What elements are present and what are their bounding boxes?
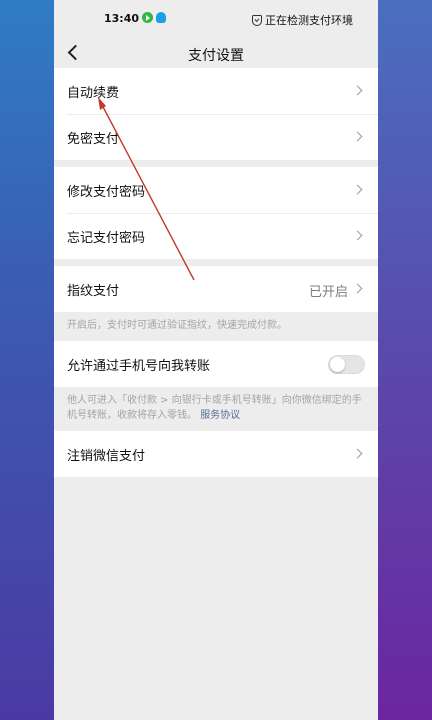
settings-group-2: 修改支付密码 忘记支付密码 [54,167,378,259]
phone-transfer-toggle[interactable] [328,355,365,374]
auto-renew-label: 自动续费 [67,85,120,101]
cancel-wechat-pay-label: 注销微信支付 [67,448,146,464]
chevron-right-icon [352,184,363,195]
chevron-right-icon [352,283,363,294]
toggle-knob [330,357,345,372]
settings-group-4: 允许通过手机号向我转账 [54,341,378,387]
fingerprint-note: 开启后，支付时可通过验证指纹，快速完成付款。 [54,312,378,341]
chevron-right-icon [352,131,363,142]
change-password-item[interactable]: 修改支付密码 [54,167,378,213]
forgot-password-item[interactable]: 忘记支付密码 [54,213,378,259]
divider [54,160,378,167]
status-detect: 正在检测支付环境 [252,12,353,28]
fingerprint-pay-label: 指纹支付 [67,283,120,299]
chevron-right-icon [352,85,363,96]
shield-icon [252,14,262,26]
auto-renew-item[interactable]: 自动续费 [54,68,378,114]
phone-screen: 13:40 正在检测支付环境 支付设置 自动续费 免密支付 修改支付密码 忘记支… [54,0,378,720]
phone-transfer-note: 他人可进入「收付款 > 向银行卡或手机号转账」向你微信绑定的手机号转账，收款将存… [54,387,378,431]
settings-group-1: 自动续费 免密支付 [54,68,378,160]
qq-icon [156,12,166,23]
status-app-icons [142,12,166,23]
phone-transfer-label: 允许通过手机号向我转账 [67,358,211,374]
background-right [378,0,432,720]
password-free-label: 免密支付 [67,131,120,147]
status-detect-text: 正在检测支付环境 [265,14,353,27]
chevron-right-icon [352,230,363,241]
divider [54,259,378,266]
page-title: 支付设置 [188,48,244,64]
fingerprint-status: 已开启 [308,285,348,300]
phone-transfer-item: 允许通过手机号向我转账 [54,341,378,387]
play-app-icon [142,12,153,23]
status-bar: 13:40 正在检测支付环境 [54,0,378,36]
password-free-item[interactable]: 免密支付 [54,114,378,160]
fingerprint-pay-item[interactable]: 指纹支付 已开启 [54,266,378,312]
forgot-password-label: 忘记支付密码 [67,230,146,246]
service-agreement-link[interactable]: 服务协议 [200,410,240,421]
nav-bar: 支付设置 [54,36,378,68]
change-password-label: 修改支付密码 [67,184,146,200]
settings-group-5: 注销微信支付 [54,431,378,477]
cancel-wechat-pay-item[interactable]: 注销微信支付 [54,431,378,477]
status-time: 13:40 [104,12,140,25]
chevron-right-icon [352,448,363,459]
background-left [0,0,54,720]
settings-group-3: 指纹支付 已开启 [54,266,378,312]
